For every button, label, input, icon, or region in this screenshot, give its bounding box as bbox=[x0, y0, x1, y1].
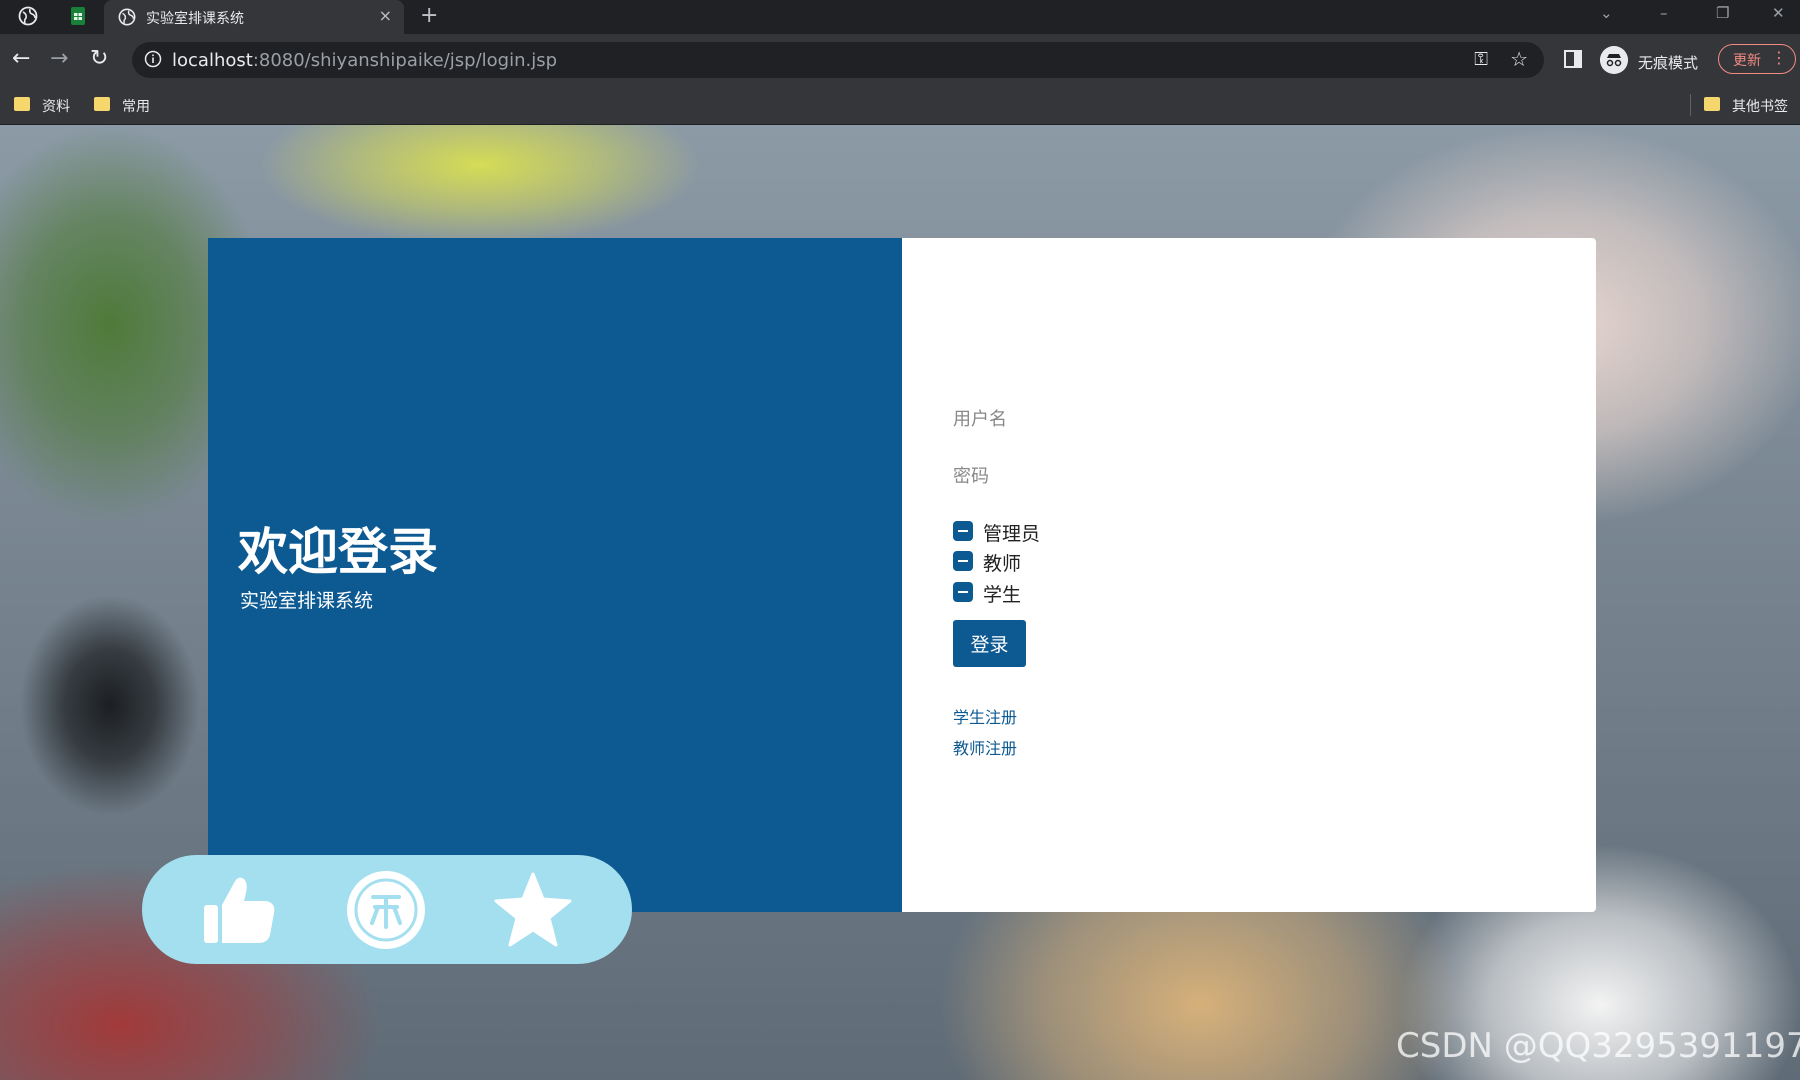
welcome-title: 欢迎登录 bbox=[238, 523, 438, 581]
menu-dots-icon: ⋮ bbox=[1771, 48, 1787, 67]
tab-search-icon[interactable]: ⌄ bbox=[1600, 4, 1613, 22]
tab-active[interactable]: 实验室排课系统 × bbox=[104, 0, 404, 34]
action-pill bbox=[142, 855, 632, 964]
address-bar[interactable]: localhost:8080/shiyanshipaike/jsp/login.… bbox=[132, 42, 1544, 78]
coin-icon[interactable] bbox=[345, 869, 427, 951]
folder-icon bbox=[14, 97, 30, 111]
close-window-button[interactable]: ✕ bbox=[1772, 4, 1785, 22]
update-label: 更新 bbox=[1733, 53, 1761, 69]
back-button[interactable]: ← bbox=[12, 46, 30, 71]
url-host: localhost bbox=[172, 50, 253, 71]
role-checkbox[interactable] bbox=[953, 582, 973, 602]
incognito-label: 无痕模式 bbox=[1638, 54, 1699, 72]
folder-icon bbox=[94, 97, 110, 111]
bookmark-star-icon[interactable]: ☆ bbox=[1510, 47, 1528, 71]
system-subtitle: 实验室排课系统 bbox=[240, 590, 374, 612]
browser-tab-strip: 实验室排课系统 × + ⌄ – ❐ ✕ bbox=[0, 0, 1800, 34]
globe-icon[interactable] bbox=[18, 6, 38, 26]
username-input[interactable] bbox=[953, 402, 1517, 434]
forward-button[interactable]: → bbox=[50, 46, 68, 71]
minimize-button[interactable]: – bbox=[1660, 4, 1668, 22]
role-label: 管理员 bbox=[983, 523, 1041, 545]
thumbs-up-icon[interactable] bbox=[198, 869, 280, 951]
reload-button[interactable]: ↻ bbox=[90, 46, 108, 71]
update-button[interactable]: 更新 ⋮ bbox=[1718, 44, 1796, 74]
bookmark-divider bbox=[1690, 94, 1691, 116]
key-icon[interactable]: ⚿ bbox=[1474, 49, 1488, 70]
bookmarks-bar: 资料 常用 其他书签 bbox=[0, 86, 1800, 125]
role-checkbox[interactable] bbox=[953, 521, 973, 541]
bookmark-label: 资料 bbox=[42, 99, 70, 115]
info-icon[interactable] bbox=[144, 50, 162, 68]
bookmark-label: 其他书签 bbox=[1732, 99, 1788, 115]
role-checkbox[interactable] bbox=[953, 551, 973, 571]
login-button[interactable]: 登录 bbox=[953, 620, 1026, 667]
teacher-register-link[interactable]: 教师注册 bbox=[953, 735, 1017, 759]
student-register-link[interactable]: 学生注册 bbox=[953, 704, 1017, 728]
restore-button[interactable]: ❐ bbox=[1716, 4, 1729, 22]
bookmark-label: 常用 bbox=[122, 99, 150, 115]
incognito-icon bbox=[1600, 46, 1628, 74]
tab-close-icon[interactable]: × bbox=[379, 6, 392, 25]
role-label: 教师 bbox=[983, 553, 1022, 575]
folder-icon bbox=[1704, 97, 1720, 111]
browser-toolbar: ← → ↻ localhost:8080/shiyanshipaike/jsp/… bbox=[0, 34, 1800, 86]
globe-icon bbox=[118, 8, 136, 26]
star-icon[interactable] bbox=[492, 869, 574, 951]
watermark: CSDN @QQ3295391197 bbox=[1396, 1026, 1800, 1066]
new-tab-button[interactable]: + bbox=[420, 3, 438, 28]
password-input[interactable] bbox=[953, 459, 1517, 491]
sheets-icon[interactable] bbox=[68, 6, 88, 26]
url-path: :8080/shiyanshipaike/jsp/login.jsp bbox=[252, 50, 558, 71]
tab-title: 实验室排课系统 bbox=[146, 11, 244, 27]
role-label: 学生 bbox=[983, 584, 1022, 606]
url-text[interactable]: localhost:8080/shiyanshipaike/jsp/login.… bbox=[172, 50, 557, 71]
side-panel-icon[interactable] bbox=[1564, 50, 1582, 68]
